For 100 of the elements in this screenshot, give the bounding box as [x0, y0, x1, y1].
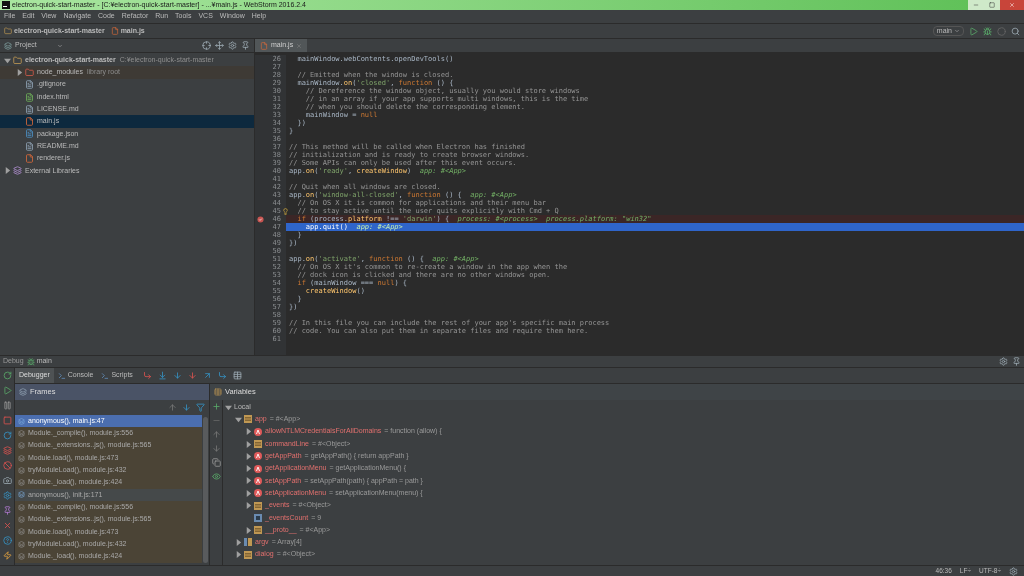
frame-icon	[18, 528, 25, 536]
resume-icon[interactable]	[2, 386, 12, 395]
folder-icon	[13, 55, 22, 65]
pin-icon[interactable]	[1012, 357, 1021, 366]
app-icon	[2, 1, 10, 9]
close-icon[interactable]	[296, 42, 303, 49]
collapsed-arrow-icon[interactable]	[245, 428, 252, 436]
file-icon	[25, 117, 34, 127]
scrollbar[interactable]	[203, 417, 208, 563]
file-icon	[25, 141, 34, 151]
add-watch-icon[interactable]	[211, 402, 221, 411]
collapsed-arrow-icon[interactable]	[235, 538, 242, 546]
chevron-down-icon	[954, 28, 960, 34]
function-icon	[254, 489, 262, 498]
debug-icon	[26, 357, 35, 366]
folder-icon	[25, 67, 34, 77]
settings-icon[interactable]	[228, 41, 237, 50]
array-icon	[244, 538, 252, 547]
collapsed-arrow-icon[interactable]	[245, 477, 252, 485]
settings-icon[interactable]	[999, 357, 1008, 366]
close-button[interactable]	[1000, 0, 1024, 10]
object-icon	[254, 440, 262, 449]
search-icon[interactable]	[1011, 26, 1020, 36]
frame-icon	[18, 516, 25, 523]
maximize-icon	[989, 2, 995, 8]
frame-icon	[18, 491, 25, 499]
frame-icon	[18, 429, 25, 437]
collapsed-arrow-icon[interactable]	[245, 502, 252, 509]
function-icon	[254, 427, 262, 436]
down-arrow-icon[interactable]	[182, 403, 191, 412]
file-icon	[25, 154, 34, 163]
frame-icon	[18, 466, 25, 474]
collapsed-arrow-icon[interactable]	[245, 440, 252, 448]
filter-icon[interactable]	[196, 403, 205, 412]
frame-icon	[18, 442, 25, 450]
frame-icon	[18, 552, 25, 560]
pause-icon[interactable]	[2, 401, 12, 410]
expanded-arrow-icon[interactable]	[4, 56, 11, 64]
up-arrow-icon[interactable]	[168, 403, 177, 412]
close-icon[interactable]	[2, 521, 12, 530]
collapsed-arrow-icon[interactable]	[245, 465, 252, 473]
frame-icon	[18, 540, 25, 548]
object-icon	[254, 526, 262, 535]
force-step-into-icon[interactable]	[187, 371, 197, 380]
debug-icon[interactable]	[983, 26, 992, 36]
settings-icon[interactable]	[1009, 566, 1018, 576]
close-icon	[1009, 2, 1015, 8]
settings-icon[interactable]	[2, 491, 12, 500]
lightbulb-icon[interactable]	[282, 207, 289, 215]
step-over-icon[interactable]	[157, 371, 167, 380]
frame-icon	[18, 454, 25, 462]
primitive-icon	[254, 513, 262, 522]
frame-icon	[18, 503, 25, 511]
project-icon	[4, 41, 12, 50]
folder-icon	[4, 27, 12, 35]
function-icon	[254, 452, 262, 461]
object-icon	[254, 501, 262, 510]
pin-icon[interactable]	[241, 41, 250, 50]
chevron-down-icon	[56, 42, 63, 49]
collapsed-arrow-icon[interactable]	[245, 452, 252, 460]
frames-icon	[19, 388, 27, 396]
pin-icon[interactable]	[2, 506, 12, 515]
minimize-icon	[973, 2, 979, 8]
file-icon	[25, 129, 34, 139]
step-into-icon[interactable]	[172, 371, 182, 380]
file-icon	[110, 27, 119, 35]
variables-icon	[214, 388, 222, 396]
object-icon	[244, 550, 252, 559]
collapsed-arrow-icon[interactable]	[245, 526, 252, 534]
rerun-icon[interactable]	[2, 371, 12, 380]
function-icon	[254, 476, 262, 485]
function-icon	[254, 464, 262, 473]
library-icon	[13, 166, 22, 176]
collapsed-arrow-icon[interactable]	[4, 167, 11, 175]
breakpoint-icon[interactable]	[256, 215, 264, 223]
locate-icon[interactable]	[202, 41, 211, 50]
snapshot-icon[interactable]	[2, 476, 12, 485]
collapsed-arrow-icon[interactable]	[235, 551, 242, 559]
lightning-icon[interactable]	[2, 551, 12, 560]
help-icon[interactable]	[2, 536, 12, 545]
watches-icon[interactable]	[211, 472, 221, 481]
maximize-button[interactable]	[984, 0, 1000, 10]
run-icon[interactable]	[969, 26, 978, 36]
mute-breakpoints-icon[interactable]	[2, 461, 12, 470]
object-icon	[244, 415, 252, 424]
copy-icon[interactable]	[211, 458, 221, 467]
file-icon	[25, 92, 34, 102]
collapsed-arrow-icon[interactable]	[245, 489, 252, 497]
expanded-arrow-icon[interactable]	[235, 415, 242, 423]
minimize-button[interactable]	[968, 0, 984, 10]
collapsed-arrow-icon[interactable]	[16, 68, 23, 76]
file-icon	[25, 80, 34, 90]
file-icon	[260, 41, 268, 50]
frame-icon	[18, 479, 25, 487]
step-out-icon[interactable]	[202, 371, 212, 380]
reload-icon[interactable]	[2, 431, 12, 440]
expanded-arrow-icon[interactable]	[225, 403, 232, 411]
down-arrow-icon[interactable]	[211, 444, 221, 453]
file-icon	[25, 104, 34, 114]
up-arrow-icon[interactable]	[211, 430, 221, 439]
